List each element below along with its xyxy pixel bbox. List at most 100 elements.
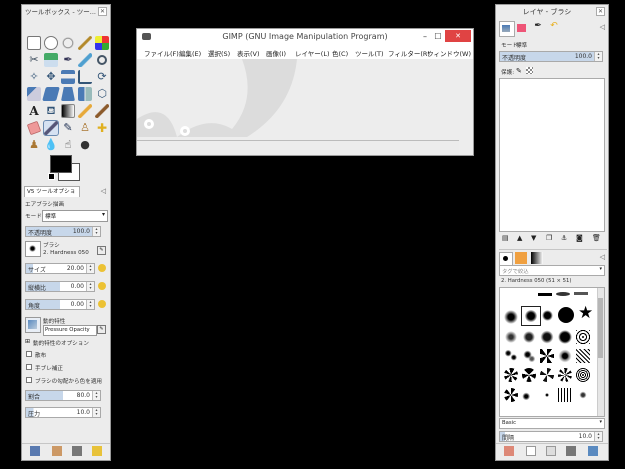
refresh-brushes-icon[interactable] — [588, 446, 598, 456]
layer-opacity-slider[interactable]: 不透明度 100.0 ▴ ▾ — [499, 51, 603, 62]
dodge-burn-icon[interactable]: ● — [78, 138, 92, 152]
menu-view[interactable]: 表示(V) — [237, 48, 260, 58]
brush-set-select[interactable]: Basic ▾ — [499, 418, 605, 429]
color-picker-icon[interactable] — [78, 53, 92, 67]
duplicate-brush-icon[interactable] — [546, 446, 556, 456]
delete-brush-icon[interactable] — [566, 446, 576, 456]
size-reset-icon[interactable] — [98, 264, 106, 272]
lower-layer-icon[interactable]: ▼ — [531, 234, 536, 242]
move-icon[interactable]: ✥ — [44, 70, 58, 84]
color-swatches[interactable] — [48, 155, 84, 181]
menu-select[interactable]: 選択(S) — [208, 48, 230, 58]
brush-preview[interactable] — [25, 241, 41, 257]
zoom-icon[interactable] — [97, 55, 107, 65]
brush-edit-icon[interactable]: ✎ — [97, 246, 106, 255]
tab-gradients[interactable] — [531, 252, 543, 264]
dynamics-edit-icon[interactable]: ✎ — [97, 325, 106, 334]
clone-icon[interactable]: ♙ — [78, 121, 92, 135]
rotate-icon[interactable]: ⟳ — [95, 70, 109, 84]
save-options-icon[interactable] — [30, 446, 40, 456]
delete-options-icon[interactable] — [72, 446, 82, 456]
restore-options-icon[interactable] — [52, 446, 62, 456]
jitter-checkbox[interactable] — [26, 351, 32, 357]
brush-item[interactable] — [558, 330, 572, 344]
brush-item[interactable] — [540, 349, 554, 363]
angle-stepper[interactable]: ▴ ▾ — [86, 300, 94, 309]
menu-file[interactable]: ファイル(F) — [144, 48, 179, 58]
menu-filters[interactable]: フィルター(R) — [388, 48, 430, 58]
ink-icon[interactable]: ✎ — [61, 121, 75, 135]
panel-menu-icon[interactable]: ◁ — [101, 187, 106, 195]
paintbrush-icon[interactable] — [95, 104, 109, 118]
measure-icon[interactable]: ✧ — [27, 70, 41, 84]
duplicate-layer-icon[interactable]: ❐ — [546, 234, 552, 242]
brush-item[interactable] — [542, 310, 553, 321]
perspective-clone-icon[interactable]: ♟ — [27, 138, 41, 152]
brush-item[interactable] — [558, 368, 572, 382]
menu-edit[interactable]: 編集(E) — [179, 48, 201, 58]
airbrush-icon[interactable] — [43, 120, 59, 136]
brush-item[interactable] — [504, 368, 518, 382]
text-icon[interactable]: A — [27, 104, 41, 118]
ellipse-select-icon[interactable] — [44, 36, 58, 50]
layers-titlebar[interactable]: レイヤ - ブラシ ✕ — [496, 5, 608, 19]
align-icon[interactable] — [61, 70, 75, 84]
foreground-color-swatch[interactable] — [50, 155, 72, 173]
gradient-checkbox[interactable] — [26, 377, 32, 383]
reset-colors-icon[interactable] — [48, 173, 55, 180]
brush-item[interactable] — [558, 388, 572, 402]
scissors-select-icon[interactable]: ✂ — [27, 53, 41, 67]
tab-paths[interactable]: ✒ — [531, 21, 545, 35]
lock-alpha-icon[interactable] — [526, 67, 533, 74]
cage-icon[interactable]: ⬡ — [95, 87, 109, 101]
menu-windows[interactable]: ウィンドウ(W) — [427, 48, 471, 58]
maximize-button[interactable]: ☐ — [432, 29, 444, 45]
heal-icon[interactable]: ✚ — [95, 121, 109, 135]
rect-select-icon[interactable] — [27, 36, 41, 50]
perspective-icon[interactable] — [61, 87, 75, 101]
brush-item[interactable] — [521, 306, 541, 326]
bucket-fill-icon[interactable]: ⛾ — [44, 104, 58, 118]
brush-item[interactable]: ★ — [578, 305, 593, 322]
angle-reset-icon[interactable] — [98, 300, 106, 308]
rate-stepper[interactable]: ▴ ▾ — [92, 391, 100, 400]
brush-filter-box[interactable]: タグで絞込 ▾ — [499, 265, 605, 276]
brush-item[interactable] — [504, 388, 518, 402]
brush-grid[interactable]: ★ — [499, 287, 605, 417]
opacity-slider[interactable]: 不透明度 100.0 ▴ ▾ — [25, 226, 101, 237]
spacing-stepper[interactable]: ▴ ▾ — [594, 432, 602, 441]
shear-icon[interactable] — [42, 87, 60, 101]
select-by-color-icon[interactable] — [95, 36, 109, 50]
size-slider[interactable]: サイズ 20.00 ▴ ▾ — [25, 263, 95, 274]
brush-item[interactable] — [576, 330, 590, 344]
close-button[interactable]: ✕ — [445, 30, 471, 42]
layer-list[interactable] — [499, 78, 605, 232]
pencil-icon[interactable] — [78, 104, 92, 118]
panel-menu-icon[interactable]: ◁ — [600, 23, 605, 31]
brush-item[interactable] — [556, 292, 570, 296]
reset-options-icon[interactable] — [92, 446, 102, 456]
brush-item[interactable] — [522, 368, 536, 382]
free-select-icon[interactable] — [61, 36, 75, 50]
mode-select[interactable]: 標準 ▾ — [42, 210, 108, 222]
brush-item[interactable] — [504, 349, 518, 363]
brush-item[interactable] — [576, 368, 590, 382]
tab-undo[interactable]: ↶ — [547, 21, 561, 35]
size-stepper[interactable]: ▴ ▾ — [86, 264, 94, 273]
aspect-slider[interactable]: 縦横比 0.00 ▴ ▾ — [25, 281, 95, 292]
foreground-select-icon[interactable] — [44, 53, 58, 67]
brush-item[interactable] — [558, 307, 574, 323]
dynamics-preview[interactable] — [25, 317, 41, 333]
menu-layer[interactable]: レイヤー(L) — [295, 48, 330, 58]
brush-item[interactable] — [522, 349, 536, 363]
layer-opacity-stepper[interactable]: ▴ ▾ — [594, 52, 602, 61]
brush-item[interactable] — [540, 368, 554, 382]
brush-item[interactable] — [504, 310, 518, 324]
eraser-icon[interactable] — [26, 120, 42, 136]
blur-icon[interactable]: 💧 — [44, 138, 58, 152]
close-icon[interactable]: ✕ — [98, 7, 107, 16]
brush-item[interactable] — [504, 330, 518, 344]
edit-brush-icon[interactable] — [504, 446, 514, 456]
spacing-slider[interactable]: 間隔 10.0 ▴ ▾ — [499, 431, 603, 442]
blend-icon[interactable] — [61, 104, 75, 118]
